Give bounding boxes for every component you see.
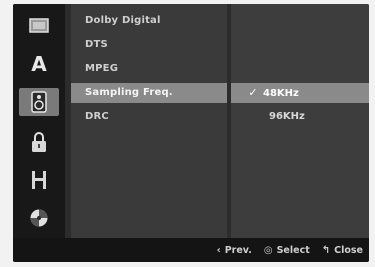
hint-prev-label: Prev.	[224, 244, 252, 256]
hint-prev[interactable]: ‹ Prev.	[217, 245, 252, 256]
left-arrow-icon: ‹	[216, 244, 221, 256]
category-recording[interactable]	[19, 166, 59, 194]
recording-film-icon	[32, 171, 46, 189]
category-language[interactable]: A	[19, 50, 59, 78]
hint-select[interactable]: ◎ Select	[264, 245, 310, 256]
language-icon: A	[31, 52, 47, 76]
option-96khz[interactable]: 96KHz	[231, 107, 369, 127]
checkmark-icon: ✓	[248, 86, 258, 99]
select-button-icon: ◎	[263, 244, 273, 256]
disc-icon	[30, 209, 48, 227]
button-hint-bar: ‹ Prev. ◎ Select ↰ Close	[13, 238, 369, 262]
menu-item-mpeg[interactable]: MPEG	[71, 59, 227, 79]
audio-settings-menu: Dolby Digital DTS MPEG Sampling Freq. DR…	[71, 4, 227, 238]
category-lock[interactable]	[19, 128, 59, 156]
menu-item-sampling-freq[interactable]: Sampling Freq.	[71, 83, 227, 103]
hint-close[interactable]: ↰ Close	[322, 245, 363, 256]
category-audio[interactable]	[19, 88, 59, 116]
category-display[interactable]	[19, 12, 59, 40]
menu-item-dts[interactable]: DTS	[71, 35, 227, 55]
display-icon	[29, 18, 49, 33]
menu-item-dolby-digital[interactable]: Dolby Digital	[71, 11, 227, 31]
hint-select-label: Select	[276, 244, 310, 256]
sampling-freq-options: ✓ 48KHz 96KHz	[231, 4, 369, 238]
setup-category-bar: A	[13, 4, 65, 238]
option-label: 96KHz	[269, 111, 305, 122]
audio-speaker-icon	[31, 91, 47, 113]
return-icon: ↰	[321, 244, 331, 256]
category-others[interactable]	[19, 204, 59, 232]
lock-icon	[32, 132, 46, 152]
option-48khz[interactable]: ✓ 48KHz	[231, 83, 369, 103]
setup-menu-screen: A Dolby Digital DTS MPEG Sampling Freq. …	[13, 4, 369, 262]
option-label: 48KHz	[263, 88, 299, 99]
hint-close-label: Close	[334, 244, 363, 256]
menu-item-drc[interactable]: DRC	[71, 107, 227, 127]
